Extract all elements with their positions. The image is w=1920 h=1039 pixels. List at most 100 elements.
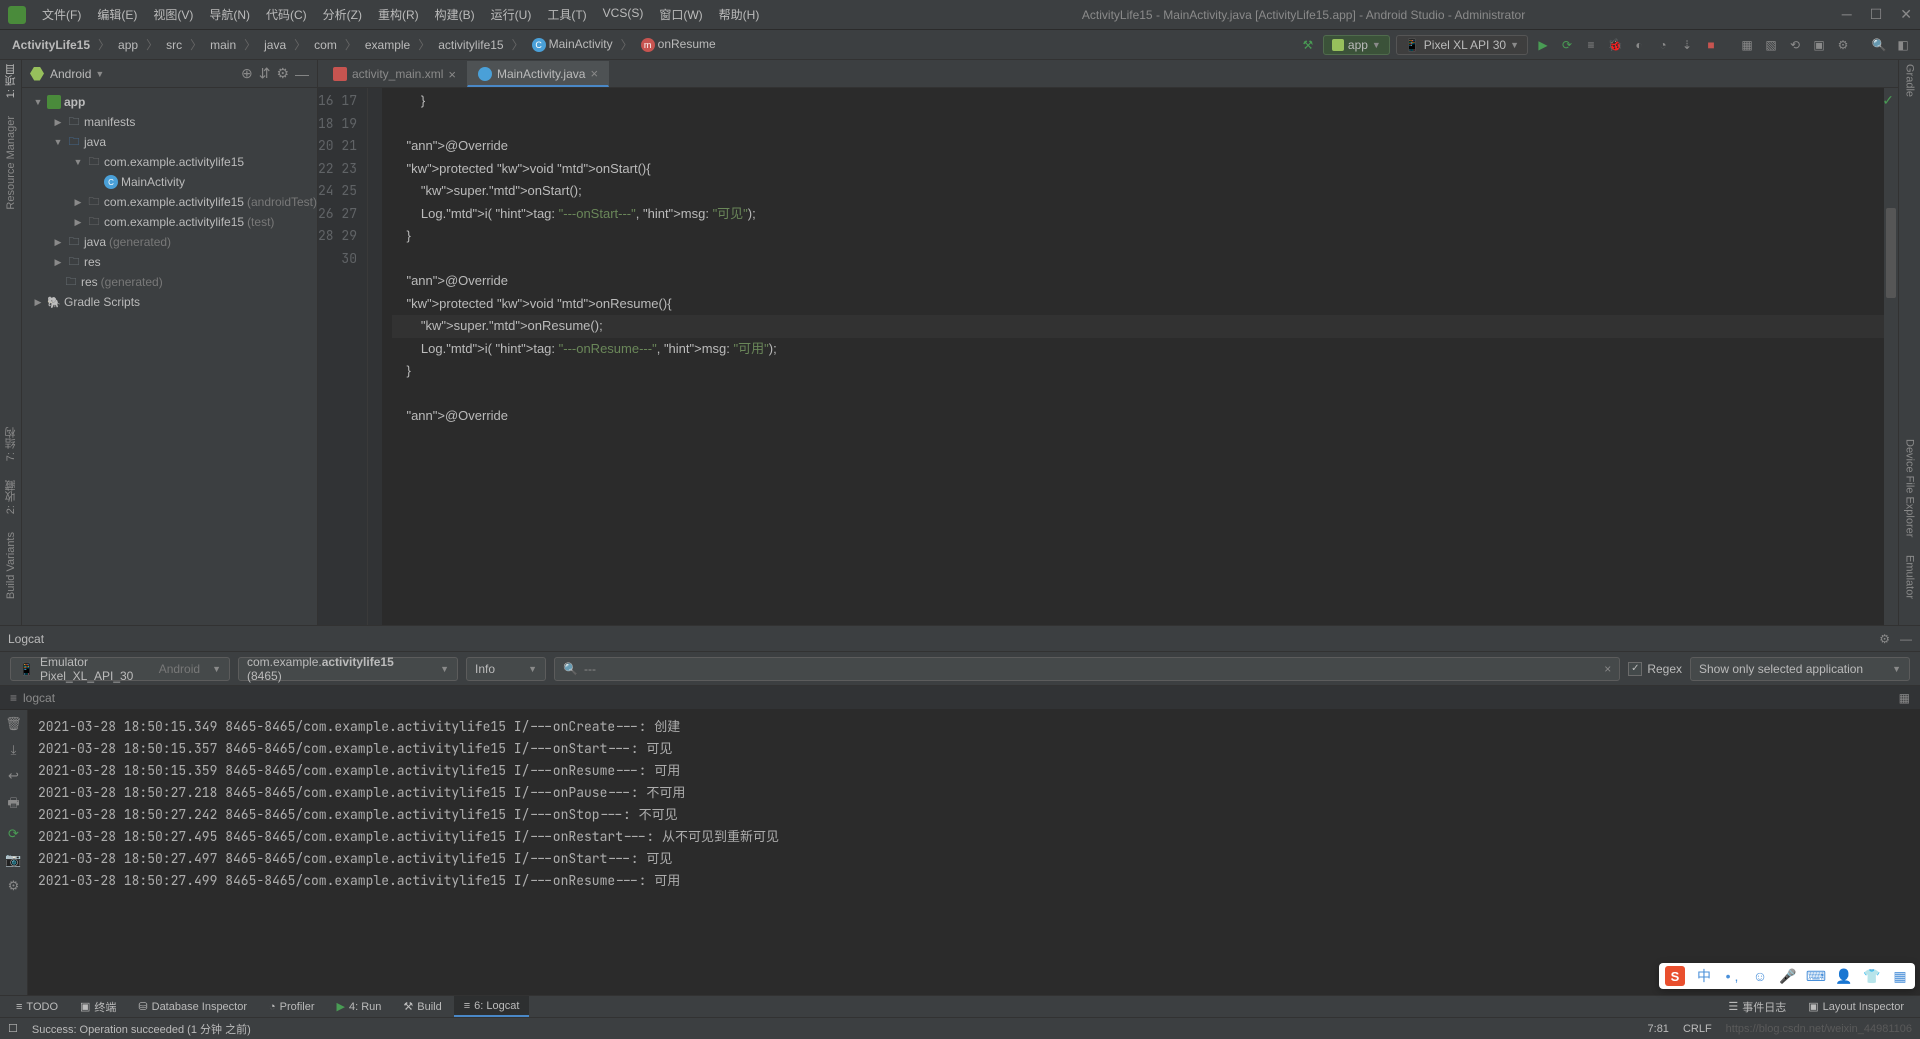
- menu-edit[interactable]: 编辑(E): [91, 3, 143, 26]
- device-dropdown[interactable]: 📱 Pixel XL API 30▼: [1396, 35, 1528, 55]
- sync-icon[interactable]: ⟲: [1786, 36, 1804, 54]
- breadcrumb-item[interactable]: com: [310, 36, 341, 54]
- screenshot-icon[interactable]: 📷: [5, 852, 21, 868]
- bottom-tab[interactable]: ⛁Database Inspector: [128, 996, 257, 1017]
- close-icon[interactable]: ×: [590, 66, 598, 81]
- debug-button[interactable]: 🐞: [1606, 36, 1624, 54]
- restart-icon[interactable]: ⟳: [8, 826, 19, 842]
- process-combo[interactable]: com.example.activitylife15 (8465)▼: [238, 657, 458, 681]
- rail-resource-manager[interactable]: Resource Manager: [5, 116, 17, 210]
- fold-gutter[interactable]: [368, 88, 382, 625]
- scrollbar-thumb[interactable]: [1886, 208, 1896, 298]
- menu-tools[interactable]: 工具(T): [541, 3, 592, 26]
- maximize-button[interactable]: ☐: [1870, 6, 1883, 23]
- menu-vcs[interactable]: VCS(S): [597, 3, 650, 26]
- tree-node-res-gen[interactable]: 🗀res (generated): [22, 272, 317, 292]
- code-area[interactable]: } "ann">@Override "kw">protected "kw">vo…: [382, 88, 1884, 625]
- breadcrumb-item[interactable]: src: [162, 36, 186, 54]
- settings-icon[interactable]: ⚙: [8, 878, 20, 894]
- editor-scrollbar[interactable]: ✓: [1884, 88, 1898, 625]
- bottom-tab[interactable]: ⚒Build: [393, 996, 451, 1017]
- settings-icon[interactable]: ⚙: [276, 65, 289, 82]
- tree-node-gradle[interactable]: ▶🐘Gradle Scripts: [22, 292, 317, 312]
- ime-skin-icon[interactable]: 👕: [1863, 967, 1881, 985]
- bottom-tab[interactable]: ≡TODO: [6, 996, 68, 1017]
- apply-changes-icon[interactable]: ⟳: [1558, 36, 1576, 54]
- project-tree[interactable]: ▼app ▶🗀manifests ▼🗀java ▼🗀com.example.ac…: [22, 88, 317, 625]
- ime-user-icon[interactable]: 👤: [1835, 967, 1853, 985]
- breadcrumb-item[interactable]: app: [114, 36, 142, 54]
- bottom-tab[interactable]: ▶4: Run: [327, 996, 392, 1017]
- rail-project[interactable]: 1: 项目: [3, 64, 19, 98]
- trash-icon[interactable]: 🗑: [5, 716, 22, 732]
- sogou-logo-icon[interactable]: S: [1665, 966, 1685, 986]
- tree-node-mainactivity[interactable]: CMainActivity: [22, 172, 317, 192]
- menu-build[interactable]: 构建(B): [429, 3, 481, 26]
- layout-icon[interactable]: ▦: [1899, 691, 1910, 705]
- bottom-tab[interactable]: ▣Layout Inspector: [1798, 996, 1914, 1017]
- close-button[interactable]: ✕: [1900, 6, 1912, 23]
- ime-emoji-icon[interactable]: ☺: [1751, 967, 1769, 985]
- caret-position[interactable]: 7:81: [1648, 1023, 1669, 1035]
- breadcrumb-item[interactable]: ActivityLife15: [8, 36, 94, 54]
- menu-run[interactable]: 运行(U): [485, 3, 538, 26]
- hide-icon[interactable]: —: [1900, 632, 1912, 646]
- filter-combo[interactable]: Show only selected application▼: [1690, 657, 1910, 681]
- menu-code[interactable]: 代码(C): [260, 3, 313, 26]
- ime-voice-icon[interactable]: 🎤: [1779, 967, 1797, 985]
- tree-node-java[interactable]: ▼🗀java: [22, 132, 317, 152]
- bottom-tab[interactable]: ☰事件日志: [1718, 996, 1796, 1017]
- bottom-tab[interactable]: ◔Profiler: [259, 996, 325, 1017]
- rail-device-file-explorer[interactable]: Device File Explorer: [1904, 439, 1916, 537]
- menu-help[interactable]: 帮助(H): [713, 3, 766, 26]
- level-combo[interactable]: Info▼: [466, 657, 546, 681]
- filter-icon[interactable]: ≡: [10, 691, 17, 705]
- menu-navigate[interactable]: 导航(N): [203, 3, 256, 26]
- tree-node-java-gen[interactable]: ▶🗀java (generated): [22, 232, 317, 252]
- collapse-icon[interactable]: ⇵: [259, 65, 271, 82]
- rail-favorites[interactable]: 2: 收藏: [3, 480, 19, 514]
- breadcrumb-item[interactable]: activitylife15: [434, 36, 507, 54]
- emulator-icon[interactable]: ▣: [1810, 36, 1828, 54]
- editor-tab-xml[interactable]: activity_main.xml×: [322, 61, 467, 87]
- rail-structure[interactable]: 7: 结构: [3, 427, 19, 461]
- print-icon[interactable]: 🖶: [7, 794, 19, 816]
- ime-lang-icon[interactable]: 中: [1695, 967, 1713, 985]
- regex-checkbox[interactable]: ✓Regex: [1628, 662, 1682, 676]
- avd-manager-icon[interactable]: ▦: [1738, 36, 1756, 54]
- breadcrumb-item[interactable]: CMainActivity: [528, 35, 617, 54]
- sdk-manager-icon[interactable]: ▧: [1762, 36, 1780, 54]
- ime-keyboard-icon[interactable]: ⌨: [1807, 967, 1825, 985]
- profile-icon[interactable]: ◔: [1654, 36, 1672, 54]
- wrap-icon[interactable]: ↩: [8, 768, 19, 784]
- menu-refactor[interactable]: 重构(R): [372, 3, 425, 26]
- rail-build-variants[interactable]: Build Variants: [5, 532, 17, 599]
- stop-button[interactable]: ■: [1702, 36, 1720, 54]
- locate-icon[interactable]: ⊕: [241, 65, 253, 82]
- menu-view[interactable]: 视图(V): [147, 3, 199, 26]
- tree-node-package[interactable]: ▼🗀com.example.activitylife15: [22, 152, 317, 172]
- editor-tab-java[interactable]: MainActivity.java×: [467, 61, 609, 87]
- apply-code-icon[interactable]: ≡: [1582, 36, 1600, 54]
- device-combo[interactable]: 📱Emulator Pixel_XL_API_30 Android▼: [10, 657, 230, 681]
- line-gutter[interactable]: 16 17 18 19 20 21 22 23 24 25 26 27 28 2…: [318, 88, 368, 625]
- ime-toolbar[interactable]: S 中 • , ☺ 🎤 ⌨ 👤 👕 ▦: [1659, 963, 1915, 989]
- menu-window[interactable]: 窗口(W): [653, 3, 708, 26]
- hide-icon[interactable]: —: [295, 66, 309, 82]
- breadcrumb-item[interactable]: java: [260, 36, 290, 54]
- breadcrumb-item[interactable]: main: [206, 36, 240, 54]
- rail-gradle[interactable]: Gradle: [1904, 64, 1916, 97]
- editor-body[interactable]: 16 17 18 19 20 21 22 23 24 25 26 27 28 2…: [318, 88, 1898, 625]
- logcat-output[interactable]: 2021-03-28 18:50:15.349 8465-8465/com.ex…: [28, 710, 1920, 995]
- breadcrumb-item[interactable]: monResume: [637, 35, 720, 54]
- project-view-selector[interactable]: Android ▼: [50, 67, 104, 81]
- menu-file[interactable]: 文件(F): [36, 3, 87, 26]
- tree-node-package[interactable]: ▶🗀com.example.activitylife15 (androidTes…: [22, 192, 317, 212]
- tree-node-package[interactable]: ▶🗀com.example.activitylife15 (test): [22, 212, 317, 232]
- bottom-tab[interactable]: ▣终端: [70, 996, 126, 1017]
- coverage-icon[interactable]: ◐: [1630, 36, 1648, 54]
- attach-icon[interactable]: ⇣: [1678, 36, 1696, 54]
- settings-icon[interactable]: ⚙: [1879, 632, 1890, 646]
- ime-toolbox-icon[interactable]: ▦: [1891, 967, 1909, 985]
- menu-analyze[interactable]: 分析(Z): [317, 3, 368, 26]
